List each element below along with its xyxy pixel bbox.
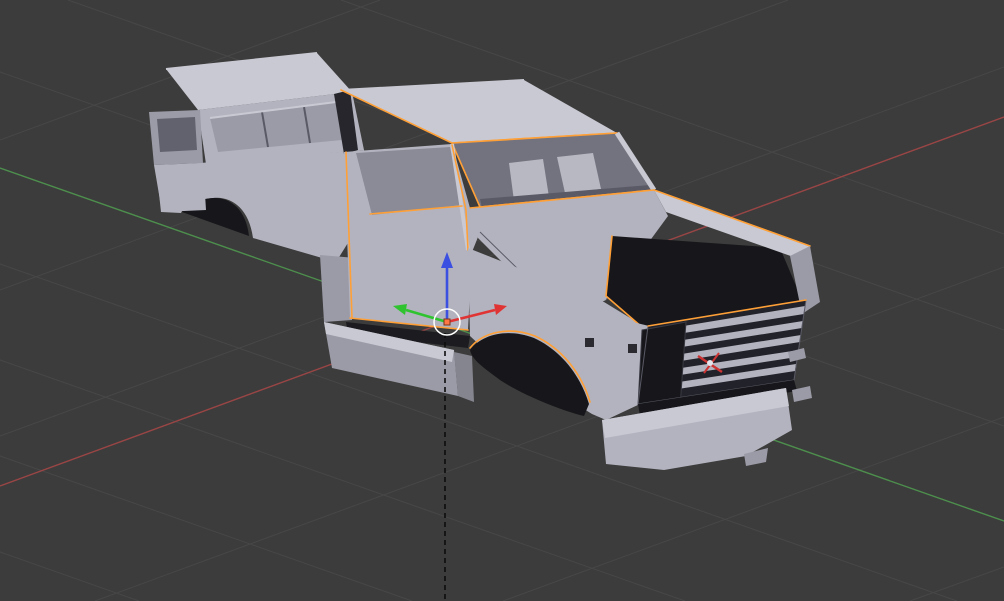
support-bracket <box>585 338 594 347</box>
object-origin-point <box>444 319 450 325</box>
support-bracket <box>628 344 637 353</box>
truck-tailgate[interactable] <box>154 163 206 212</box>
grille-emblem-white <box>707 360 713 366</box>
truck-headlight-opening[interactable] <box>638 322 686 408</box>
truck-door-glass[interactable] <box>356 147 462 215</box>
truck-canopy-rear-window[interactable] <box>157 117 197 152</box>
viewport-3d[interactable] <box>0 0 1004 601</box>
